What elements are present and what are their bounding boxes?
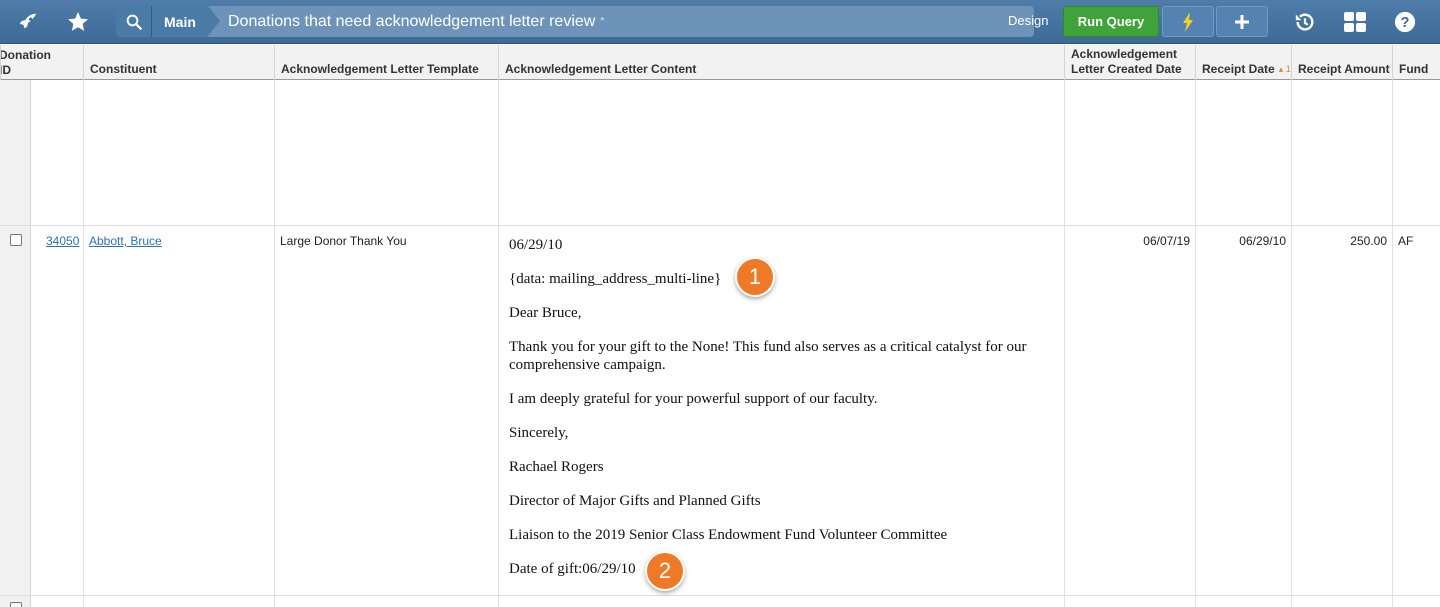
search-icon[interactable] xyxy=(116,6,152,37)
letter-salutation: Dear Bruce, xyxy=(509,305,582,321)
row-divider xyxy=(0,595,1440,596)
run-query-button[interactable]: Run Query xyxy=(1063,6,1159,37)
constituent-link[interactable]: Abbott, Bruce xyxy=(89,234,162,248)
donation-id-header-line1: Donation xyxy=(0,47,51,62)
created-date-header-line1: Acknowledgement xyxy=(1071,47,1178,61)
letter-closing: Sincerely, xyxy=(509,425,569,441)
column-header-created-date[interactable]: Acknowledgement Letter Created Date xyxy=(1064,45,1196,80)
letter-gift-date: Date of gift:06/29/10 xyxy=(509,561,636,577)
donation-id-link[interactable]: 34050 xyxy=(46,234,79,248)
column-header-fund[interactable]: Fund xyxy=(1392,45,1440,80)
grid-icon[interactable] xyxy=(1340,0,1370,44)
query-title[interactable]: Donations that need acknowledgement lett… xyxy=(208,6,1034,37)
star-icon[interactable] xyxy=(62,0,94,44)
lightning-icon[interactable] xyxy=(1162,6,1214,37)
row-select-checkbox[interactable] xyxy=(10,602,22,607)
row-divider xyxy=(0,225,1440,226)
receipt-amount-cell: 250.00 xyxy=(1350,234,1387,248)
letter-address-token: {data: mailing_address_multi-line} xyxy=(509,271,722,287)
letter-created-date-cell: 06/07/19 xyxy=(1143,234,1190,248)
query-title-text: Donations that need acknowledgement lett… xyxy=(228,12,596,30)
letter-content-cell: 06/29/10 {data: mailing_address_multi-li… xyxy=(509,236,1054,594)
column-header-letter-content[interactable]: Acknowledgement Letter Content xyxy=(498,45,1065,80)
table-header: Donation ID Constituent Acknowledgement … xyxy=(0,45,1440,80)
column-header-receipt-date[interactable]: Receipt Date ▴ 1 xyxy=(1195,45,1292,80)
donation-id-header-line2: ID xyxy=(0,62,11,77)
fund-cell: AF xyxy=(1398,234,1414,248)
breadcrumb-main[interactable]: Main xyxy=(152,6,220,37)
letter-body-paragraph: Thank you for your gift to the None! Thi… xyxy=(509,339,1027,373)
receipt-date-cell: 06/29/10 xyxy=(1239,234,1286,248)
letter-body-paragraph: I am deeply grateful for your powerful s… xyxy=(509,391,878,407)
history-icon[interactable] xyxy=(1290,0,1320,44)
callout-badge-1: 1 xyxy=(735,257,775,297)
letter-signer-role: Liaison to the 2019 Senior Class Endowme… xyxy=(509,527,948,543)
plus-icon[interactable] xyxy=(1216,6,1268,37)
breadcrumb: Main Donations that need acknowledgement… xyxy=(116,6,1034,37)
letter-template-cell: Large Donor Thank You xyxy=(280,234,407,248)
letter-date: 06/29/10 xyxy=(509,237,563,253)
sort-ascending-icon: ▴ 1 xyxy=(1278,64,1291,74)
column-header-constituent[interactable]: Constituent xyxy=(83,45,275,80)
svg-text:?: ? xyxy=(1401,15,1410,31)
created-date-header-line2: Letter Created Date xyxy=(1071,62,1182,76)
top-toolbar: Main Donations that need acknowledgement… xyxy=(0,0,1440,44)
modified-marker: * xyxy=(600,16,605,27)
rocket-icon[interactable] xyxy=(12,0,44,44)
column-header-receipt-amount[interactable]: Receipt Amount xyxy=(1291,45,1393,80)
callout-badge-2: 2 xyxy=(645,551,685,591)
row-selector-column xyxy=(0,80,31,607)
receipt-date-header-label: Receipt Date xyxy=(1202,62,1275,76)
letter-signer: Rachael Rogers xyxy=(509,459,604,475)
column-header-template[interactable]: Acknowledgement Letter Template xyxy=(274,45,499,80)
design-link[interactable]: Design xyxy=(1008,0,1048,44)
letter-signer-title: Director of Major Gifts and Planned Gift… xyxy=(509,493,761,509)
column-header-donation-id[interactable]: Donation ID xyxy=(0,45,84,80)
help-icon[interactable]: ? xyxy=(1390,0,1420,44)
row-select-checkbox[interactable] xyxy=(10,234,22,246)
